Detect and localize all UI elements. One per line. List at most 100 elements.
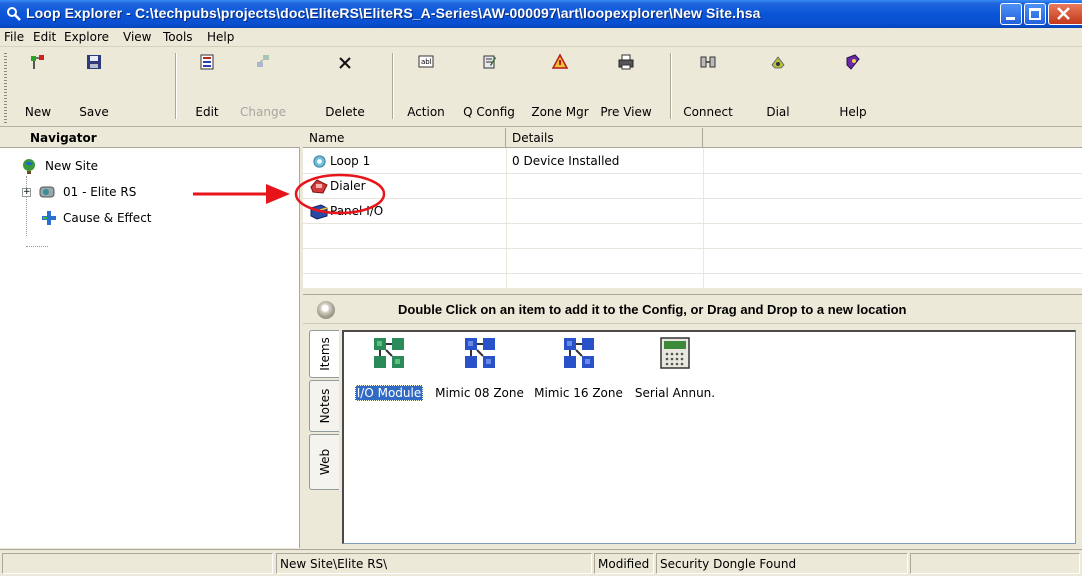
action-label: Action: [407, 105, 445, 119]
action-button[interactable]: abl Action: [399, 51, 453, 125]
title-bar[interactable]: Loop Explorer - C:\techpubs\projects\doc…: [0, 0, 1082, 28]
new-button[interactable]: New: [12, 51, 64, 125]
new-label: New: [24, 105, 52, 119]
palette-items-panel: I/O Module Mimic 08 Zone Mimic 16 Zone S…: [342, 330, 1076, 544]
tree-item-label: New Site: [45, 159, 99, 173]
serial-annunciator-icon: [660, 337, 690, 369]
toolbar-separator: [392, 53, 394, 119]
floppy-disk-icon: [87, 55, 101, 69]
navigator-header: Navigator: [0, 128, 300, 148]
io-module-icon: [374, 338, 404, 368]
tree-item-label: Cause & Effect: [63, 211, 152, 225]
dial-label: Dial: [766, 105, 790, 119]
menu-edit[interactable]: Edit: [33, 30, 56, 44]
globe-icon: [23, 159, 35, 174]
change-label: Change: [240, 105, 286, 119]
tree-item-new-site[interactable]: New Site: [0, 156, 300, 176]
tab-web[interactable]: Web: [309, 434, 339, 490]
text-field-icon: abl: [418, 55, 434, 68]
palette-item-serial-annunciator[interactable]: Serial Annun.: [630, 336, 720, 400]
menu-tools[interactable]: Tools: [163, 30, 193, 44]
tree-item-label: 01 - Elite RS: [63, 185, 137, 199]
list-cell-name: Loop 1: [330, 154, 371, 168]
svg-text:abl: abl: [421, 58, 432, 66]
tab-label: Notes: [317, 388, 332, 424]
cause-effect-icon: [42, 211, 56, 225]
help-button[interactable]: Help: [826, 51, 880, 125]
palette-toggle-button[interactable]: [317, 301, 335, 319]
qconfig-icon: [483, 55, 496, 69]
palette-header: Double Click on an item to add it to the…: [303, 294, 1082, 324]
toolbar: New Save Edit Change Delete abl Action Q…: [0, 47, 1082, 127]
save-button[interactable]: Save: [68, 51, 120, 125]
palette-item-label: Mimic 16 Zone: [534, 386, 623, 400]
window-title: Loop Explorer - C:\techpubs\projects\doc…: [26, 5, 761, 21]
zonemgr-button[interactable]: Zone Mgr: [528, 51, 592, 125]
maximize-button[interactable]: [1024, 3, 1046, 25]
tree-line: [26, 246, 48, 247]
delete-button[interactable]: Delete: [318, 51, 372, 125]
list-cell-name: Panel I/O: [330, 204, 384, 218]
tab-items[interactable]: Items: [309, 330, 339, 378]
expand-toggle[interactable]: +: [22, 188, 31, 197]
preview-button[interactable]: Pre View: [596, 51, 656, 125]
palette-item-mimic-08-zone[interactable]: Mimic 08 Zone: [432, 336, 527, 400]
close-button[interactable]: [1048, 3, 1082, 25]
minimize-icon: [1006, 17, 1015, 20]
contents-list: Name Details Loop 1 0 Device Installed D…: [303, 128, 1082, 288]
column-header-name[interactable]: Name: [303, 128, 506, 148]
delete-x-icon: [339, 57, 351, 69]
palette-item-label: Mimic 08 Zone: [435, 386, 524, 400]
help-label: Help: [839, 105, 867, 119]
panel-io-icon: [310, 204, 328, 220]
palette-area: Items Notes Web I/O Module Mimic 08 Zone…: [303, 324, 1082, 548]
menu-bar: File Edit Explore View Tools Help: [0, 28, 1082, 47]
save-label: Save: [79, 105, 109, 119]
list-header: Name Details: [303, 128, 1082, 148]
tree-item-elite-rs[interactable]: + 01 - Elite RS: [0, 182, 300, 202]
list-row-empty: [303, 249, 1082, 274]
palette-tabs: Items Notes Web: [309, 330, 339, 542]
delete-label: Delete: [325, 105, 365, 119]
list-cell-name: Dialer: [330, 179, 366, 193]
menu-explore[interactable]: Explore: [64, 30, 109, 44]
dial-button[interactable]: Dial: [750, 51, 806, 125]
status-path: New Site\Elite RS\: [276, 553, 592, 574]
status-bar: New Site\Elite RS\ Modified Security Don…: [0, 549, 1082, 576]
loop-explorer-window: Loop Explorer - C:\techpubs\projects\doc…: [0, 0, 1082, 576]
menu-file[interactable]: File: [4, 30, 24, 44]
list-row-empty: [303, 224, 1082, 249]
list-row-dialer[interactable]: Dialer: [303, 174, 1082, 199]
menu-view[interactable]: View: [123, 30, 151, 44]
palette-item-label: Serial Annun.: [634, 386, 716, 400]
qconfig-button[interactable]: Q Config: [458, 51, 520, 125]
loop-icon: [313, 155, 326, 168]
preview-label: Pre View: [600, 105, 652, 119]
menu-help[interactable]: Help: [207, 30, 234, 44]
tree-item-cause-effect[interactable]: Cause & Effect: [0, 208, 300, 228]
palette-instructions: Double Click on an item to add it to the…: [398, 302, 907, 317]
zonemgr-label: Zone Mgr: [531, 105, 589, 119]
tab-notes[interactable]: Notes: [309, 380, 339, 432]
status-dongle: Security Dongle Found: [656, 553, 908, 574]
change-icon: [257, 55, 269, 67]
list-row-loop-1[interactable]: Loop 1 0 Device Installed: [303, 149, 1082, 174]
new-site-icon: [31, 55, 44, 69]
toolbar-separator: [175, 53, 177, 119]
palette-item-io-module[interactable]: I/O Module: [354, 336, 424, 401]
palette-item-mimic-16-zone[interactable]: Mimic 16 Zone: [531, 336, 626, 400]
list-cell-details: 0 Device Installed: [512, 154, 620, 168]
list-row-panel-io[interactable]: Panel I/O: [303, 199, 1082, 224]
panel-icon: [39, 186, 55, 198]
connect-button[interactable]: Connect: [678, 51, 738, 125]
change-button[interactable]: Change: [236, 51, 290, 125]
column-header-details[interactable]: Details: [506, 128, 703, 148]
edit-button[interactable]: Edit: [182, 51, 232, 125]
edit-label: Edit: [195, 105, 219, 119]
edit-form-icon: [200, 54, 214, 70]
toolbar-grip[interactable]: [4, 53, 7, 125]
navigator-pane: Navigator New Site + 01 - Elite RS Cause: [0, 128, 300, 548]
connect-label: Connect: [683, 105, 733, 119]
status-cell-empty: [2, 553, 273, 574]
minimize-button[interactable]: [1000, 3, 1022, 25]
